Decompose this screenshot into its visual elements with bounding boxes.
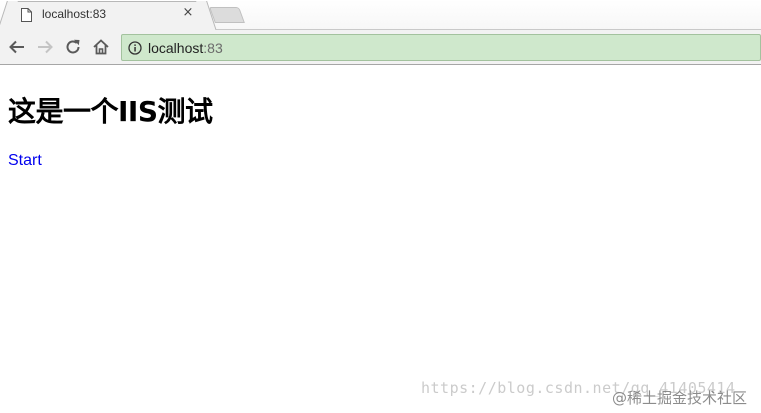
forward-arrow-icon[interactable] — [36, 38, 54, 56]
tab-content[interactable]: localhost:83 × — [14, 0, 194, 29]
home-icon[interactable] — [92, 38, 110, 56]
new-tab-button[interactable] — [209, 7, 245, 23]
start-link[interactable]: Start — [8, 152, 42, 170]
browser-toolbar: localhost:83 — [0, 30, 761, 65]
tab-strip: localhost:83 × — [0, 0, 761, 31]
address-bar-url: localhost:83 — [148, 40, 223, 56]
back-arrow-icon[interactable] — [8, 38, 26, 56]
reload-icon[interactable] — [64, 38, 82, 56]
url-port: :83 — [203, 40, 223, 56]
close-icon[interactable]: × — [182, 6, 194, 19]
watermark-label: @稀土掘金技术社区 — [612, 389, 748, 407]
page-content: 这是一个IIS测试 Start — [0, 66, 761, 413]
page-heading: 这是一个IIS测试 — [8, 95, 213, 128]
info-icon[interactable] — [128, 41, 142, 55]
url-host: localhost — [148, 40, 204, 56]
address-bar[interactable]: localhost:83 — [121, 34, 761, 61]
tab-title: localhost:83 — [42, 7, 107, 21]
page-icon — [21, 8, 32, 22]
